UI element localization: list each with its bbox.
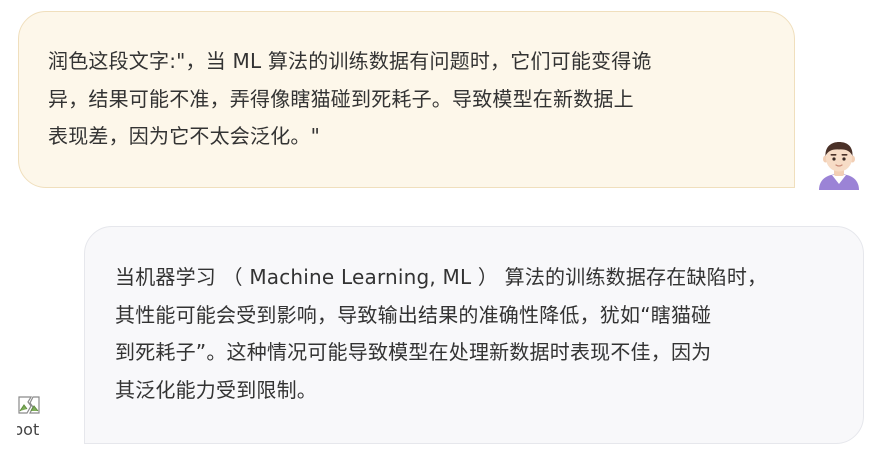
user-avatar-icon <box>815 140 863 190</box>
broken-image-icon <box>18 396 40 414</box>
bot-message-text: 当机器学习 （ Machine Learning, ML ） 算法的训练数据存在… <box>115 265 768 402</box>
bot-avatar: bot <box>17 394 51 444</box>
user-message-text: 润色这段文字:"，当 ML 算法的训练数据有问题时，它们可能变得诡 异，结果可能… <box>48 49 652 148</box>
bot-message-bubble: 当机器学习 （ Machine Learning, ML ） 算法的训练数据存在… <box>84 226 864 444</box>
bot-avatar-alt-text: bot <box>17 420 40 439</box>
user-message-bubble: 润色这段文字:"，当 ML 算法的训练数据有问题时，它们可能变得诡 异，结果可能… <box>18 11 795 188</box>
